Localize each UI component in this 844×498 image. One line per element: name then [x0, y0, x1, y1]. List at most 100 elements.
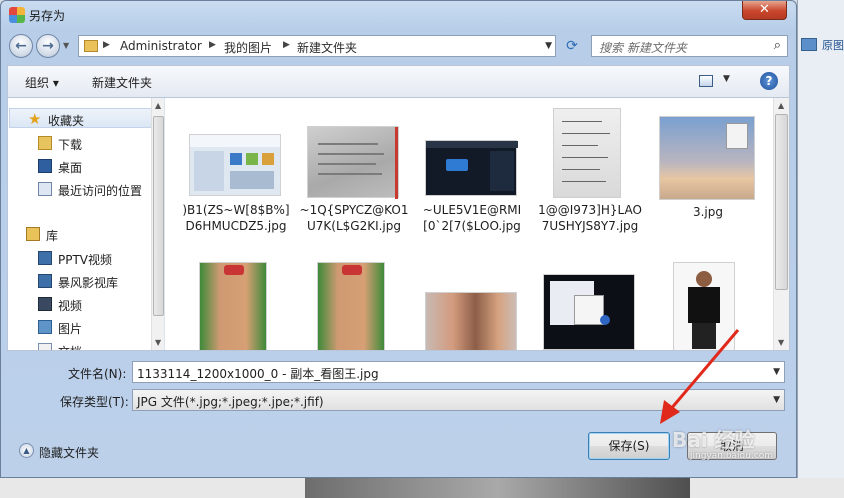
- sidebar-item-downloads[interactable]: 下载: [8, 133, 151, 153]
- chevron-down-icon[interactable]: ▼: [545, 41, 552, 51]
- filename-value: 1133114_1200x1000_0 - 副本_看图王.jpg: [137, 367, 379, 381]
- sidebar-item-pptv[interactable]: PPTV视频: [8, 248, 151, 268]
- file-item[interactable]: 1@@I973]H}LAO7USHYJS8Y7.jpg: [535, 106, 645, 256]
- file-thumbnail: [553, 108, 621, 198]
- new-folder-button[interactable]: 新建文件夹: [92, 74, 152, 91]
- save-as-dialog: 另存为 ✕ ← → ▼ ▶ Administrator ▶ 我的图片 ▶ 新建文…: [0, 0, 797, 478]
- file-thumbnail: [659, 116, 755, 200]
- background-original-label: 原图: [822, 39, 844, 52]
- desktop-icon: [38, 159, 52, 173]
- file-name: ~1Q{SPYCZ@KO1U7K(L$G2KI.jpg: [299, 203, 409, 233]
- documents-library-icon: [38, 343, 52, 350]
- sidebar-item-label: 桌面: [58, 161, 83, 175]
- breadcrumb-item[interactable]: Administrator: [120, 39, 202, 53]
- file-thumbnail: [189, 134, 281, 196]
- file-type-select[interactable]: JPG 文件(*.jpg;*.jpeg;*.jpe;*.jfif) ▼: [132, 389, 785, 411]
- address-bar[interactable]: ▶ Administrator ▶ 我的图片 ▶ 新建文件夹 ▼: [78, 35, 556, 57]
- recent-places-icon: [38, 182, 52, 196]
- file-item[interactable]: [299, 258, 409, 350]
- breadcrumb-item[interactable]: 新建文件夹: [297, 39, 357, 56]
- breadcrumb-item[interactable]: 我的图片: [224, 39, 272, 56]
- sidebar-item-label: 下载: [58, 138, 83, 152]
- file-thumbnail: [425, 292, 517, 350]
- scroll-down-icon[interactable]: ▼: [778, 338, 784, 347]
- sidebar-item-pictures[interactable]: 图片: [8, 317, 151, 337]
- hide-folders-label: 隐藏文件夹: [39, 446, 100, 460]
- file-item[interactable]: )B1(ZS~W[8$B%]D6HMUCDZ5.jpg: [181, 106, 291, 256]
- arrow-left-icon: ←: [15, 38, 27, 54]
- chevron-down-icon[interactable]: ▼: [773, 367, 780, 377]
- window-title: 另存为: [29, 9, 66, 23]
- navigation-pane: ★ 收藏夹 下载 桌面 最近访问的位置 库 PPTV视频 暴风影视库 视频 图片…: [8, 98, 165, 350]
- scroll-up-icon[interactable]: ▲: [155, 101, 161, 110]
- sidebar-item-baofeng[interactable]: 暴风影视库: [8, 271, 151, 291]
- chevron-right-icon: ▶: [283, 40, 290, 50]
- scrollbar-thumb[interactable]: [153, 116, 164, 316]
- sidebar-scrollbar[interactable]: ▲ ▼: [151, 98, 164, 350]
- sidebar-item-label: 最近访问的位置: [58, 184, 143, 198]
- sidebar-item-desktop[interactable]: 桌面: [8, 156, 151, 176]
- refresh-button[interactable]: ⟳: [560, 35, 584, 57]
- title-bar: 另存为 ✕: [1, 1, 796, 29]
- file-item[interactable]: [535, 258, 645, 350]
- file-thumbnail: [199, 262, 267, 350]
- sidebar-item-libraries[interactable]: 库: [8, 224, 151, 244]
- file-name: ~ULE5V1E@RMI[0`2[7($LOO.jpg: [422, 203, 522, 233]
- arrow-right-icon: →: [42, 38, 54, 54]
- video-library-icon: [38, 274, 52, 288]
- sidebar-item-favorites[interactable]: ★ 收藏夹: [9, 108, 152, 128]
- download-folder-icon: [38, 136, 52, 150]
- library-icon: [26, 227, 40, 241]
- watermark-logo: Bai 经验: [672, 428, 755, 452]
- file-thumbnail: [543, 274, 635, 350]
- search-icon: ⌕: [773, 38, 781, 53]
- file-item[interactable]: ~ULE5V1E@RMI[0`2[7($LOO.jpg: [417, 106, 527, 256]
- search-placeholder: 搜索 新建文件夹: [599, 41, 687, 55]
- recent-locations-dropdown[interactable]: ▼: [63, 41, 73, 51]
- file-thumbnail: [673, 262, 735, 350]
- filename-label: 文件名(N):: [68, 367, 127, 381]
- view-mode-icon[interactable]: [699, 75, 713, 87]
- command-toolbar: 组织 ▾ 新建文件夹 ▼ ?: [7, 65, 790, 97]
- file-type-label: 保存类型(T):: [60, 395, 129, 409]
- search-input[interactable]: 搜索 新建文件夹 ⌕: [591, 35, 788, 57]
- file-item[interactable]: ~1Q{SPYCZ@KO1U7K(L$G2KI.jpg: [299, 106, 409, 256]
- file-item[interactable]: [653, 258, 763, 350]
- sidebar-item-videos[interactable]: 视频: [8, 294, 151, 314]
- app-icon: [9, 7, 25, 23]
- file-name: )B1(ZS~W[8$B%]D6HMUCDZ5.jpg: [182, 203, 290, 233]
- file-item[interactable]: [417, 258, 527, 350]
- scrollbar-thumb[interactable]: [775, 114, 788, 290]
- sidebar-item-label: 收藏夹: [48, 114, 85, 128]
- sidebar-item-label: PPTV视频: [58, 253, 113, 267]
- pictures-library-icon: [38, 320, 52, 334]
- refresh-icon: ⟳: [566, 38, 578, 54]
- sidebar-item-label: 暴风影视库: [58, 276, 119, 290]
- file-list-scrollbar[interactable]: ▲ ▼: [773, 98, 789, 350]
- background-window: 原图: [797, 0, 844, 498]
- scroll-up-icon[interactable]: ▲: [778, 101, 784, 110]
- file-list: )B1(ZS~W[8$B%]D6HMUCDZ5.jpg ~1Q{SPYCZ@KO…: [166, 98, 773, 350]
- forward-button[interactable]: →: [36, 34, 60, 58]
- chevron-down-icon[interactable]: ▼: [773, 395, 780, 405]
- file-item[interactable]: [181, 258, 291, 350]
- file-thumbnail: [425, 140, 518, 196]
- file-name: 3.jpg: [692, 205, 724, 219]
- organize-menu[interactable]: 组织 ▾: [25, 74, 59, 91]
- help-icon[interactable]: ?: [760, 72, 778, 90]
- filename-input[interactable]: 1133114_1200x1000_0 - 副本_看图王.jpg ▼: [132, 361, 785, 383]
- background-image-strip: [0, 478, 844, 498]
- close-button[interactable]: ✕: [742, 1, 787, 20]
- sidebar-item-label: 文档: [58, 343, 82, 350]
- back-button[interactable]: ←: [9, 34, 33, 58]
- scroll-down-icon[interactable]: ▼: [155, 338, 161, 347]
- save-button[interactable]: 保存(S): [588, 432, 670, 460]
- chevron-down-icon[interactable]: ▼: [723, 74, 730, 84]
- file-name: 1@@I973]H}LAO7USHYJS8Y7.jpg: [538, 203, 642, 233]
- chevron-right-icon: ▶: [103, 40, 110, 50]
- folder-icon: [84, 40, 98, 52]
- sidebar-item-recent[interactable]: 最近访问的位置: [8, 179, 151, 199]
- sidebar-item-documents[interactable]: 文档: [8, 340, 151, 350]
- watermark-url: jingyan.baidu.com: [690, 451, 774, 461]
- file-item[interactable]: 3.jpg: [653, 106, 763, 256]
